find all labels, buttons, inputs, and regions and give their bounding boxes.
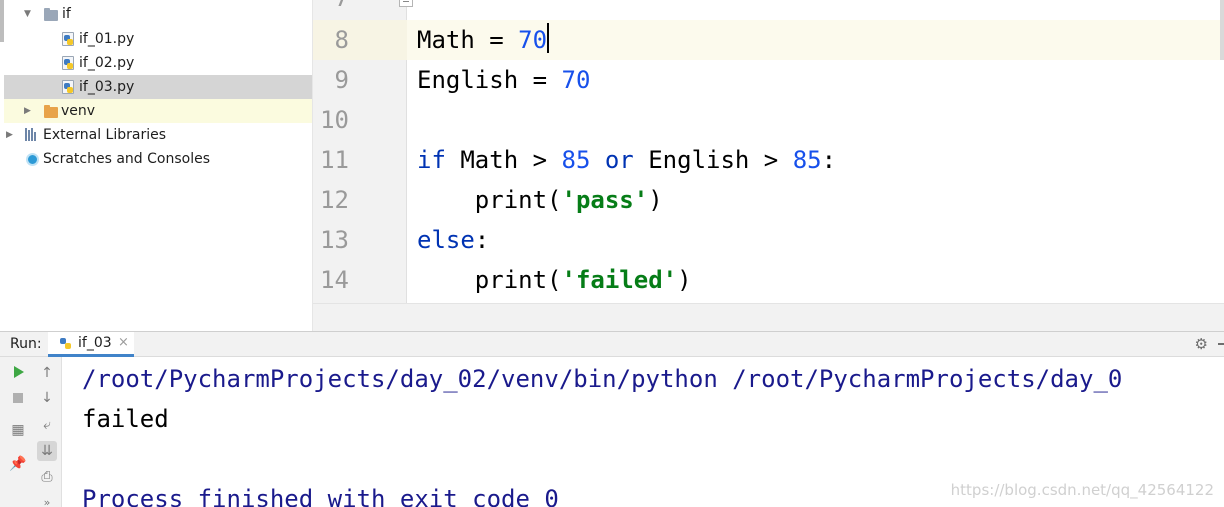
soft-wrap-icon[interactable]: ⤶ bbox=[37, 415, 57, 435]
run-panel-header: Run: if_03 × ⚙ bbox=[0, 331, 1224, 357]
line-number: 13 bbox=[320, 226, 349, 254]
keyword: or bbox=[604, 146, 634, 174]
close-icon[interactable]: × bbox=[118, 335, 129, 350]
identifier: Math bbox=[417, 26, 475, 54]
text-caret bbox=[547, 23, 550, 53]
number-literal: 85 bbox=[561, 146, 591, 174]
number-literal: 85 bbox=[792, 146, 822, 174]
run-tab-label: if_03 bbox=[78, 335, 112, 351]
folder-icon bbox=[44, 8, 58, 21]
editor-bottom-bar bbox=[313, 303, 1224, 331]
number-literal: 70 bbox=[518, 26, 548, 54]
punctuation: ) bbox=[677, 266, 692, 294]
tree-item-label: if_02.py bbox=[79, 55, 135, 71]
more-icon[interactable]: » bbox=[37, 493, 57, 507]
run-tab-if-03[interactable]: if_03 × bbox=[48, 332, 134, 357]
tree-item-if-folder[interactable]: ▼ if bbox=[4, 2, 312, 26]
tree-item-venv[interactable]: ▶ venv bbox=[4, 99, 312, 123]
line-number: 14 bbox=[320, 266, 349, 294]
number-literal: 70 bbox=[561, 66, 591, 94]
punctuation: : bbox=[474, 226, 490, 254]
expression: Math > bbox=[445, 146, 562, 174]
tree-item-label: venv bbox=[61, 103, 96, 119]
tree-item-label: Scratches and Consoles bbox=[43, 151, 210, 167]
layout-icon[interactable]: ▦ bbox=[8, 420, 28, 440]
folder-icon bbox=[44, 105, 58, 118]
arrow-up-icon[interactable]: ↑ bbox=[37, 363, 57, 383]
rerun-icon[interactable] bbox=[14, 366, 24, 378]
code-line-8[interactable]: Math = 70 bbox=[417, 20, 550, 60]
project-tree: ▼ if if_01.py if_02.py if_03.py ▶ venv ▶… bbox=[0, 0, 313, 331]
code-editor[interactable]: 7 8 9 10 11 12 13 14 Math = 70 English =… bbox=[313, 0, 1224, 303]
run-toolbar: ↑ ↓ ▦ ⤶ ⇊ 📌 ⎙ » bbox=[0, 357, 62, 507]
tree-item-if-02[interactable]: if_02.py bbox=[4, 51, 312, 75]
line-number: 7 bbox=[313, 0, 349, 18]
tree-item-if-03[interactable]: if_03.py bbox=[4, 75, 312, 99]
punctuation: : bbox=[821, 146, 837, 174]
keyword: if bbox=[417, 146, 446, 174]
watermark: https://blog.csdn.net/qq_42564122 bbox=[950, 481, 1214, 499]
print-icon[interactable]: ⎙ bbox=[37, 467, 57, 487]
line-number: 9 bbox=[334, 66, 349, 94]
library-icon bbox=[25, 128, 36, 141]
console-command-line: /root/PycharmProjects/day_02/venv/bin/py… bbox=[82, 365, 1123, 393]
line-number: 10 bbox=[320, 106, 349, 134]
scratches-icon bbox=[26, 153, 39, 166]
identifier: English bbox=[417, 66, 519, 94]
arrow-down-icon[interactable]: ↓ bbox=[37, 388, 57, 408]
function-call: print( bbox=[474, 266, 562, 294]
line-number: 11 bbox=[320, 146, 349, 174]
gear-icon[interactable]: ⚙ bbox=[1195, 335, 1208, 353]
python-file-icon bbox=[62, 80, 74, 94]
code-line-14[interactable]: print('failed') bbox=[417, 260, 692, 300]
operator: = bbox=[474, 26, 519, 54]
run-panel-label: Run: bbox=[10, 336, 42, 352]
operator: = bbox=[518, 66, 562, 94]
minimize-icon[interactable] bbox=[1218, 343, 1224, 345]
tree-item-label: if bbox=[62, 6, 71, 22]
pin-icon[interactable]: 📌 bbox=[8, 454, 28, 474]
fold-marker-icon[interactable] bbox=[399, 0, 413, 7]
tree-item-scratches[interactable]: Scratches and Consoles bbox=[4, 147, 312, 171]
tree-item-label: External Libraries bbox=[43, 127, 166, 143]
code-line-9[interactable]: English = 70 bbox=[417, 60, 590, 100]
chevron-right-icon[interactable]: ▶ bbox=[6, 130, 13, 140]
scroll-to-end-icon[interactable]: ⇊ bbox=[37, 441, 57, 461]
code-line-11[interactable]: if Math > 85 or English > 85: bbox=[417, 140, 836, 180]
keyword: else bbox=[417, 226, 475, 254]
editor-scrollbar[interactable] bbox=[1220, 0, 1224, 60]
chevron-down-icon[interactable]: ▼ bbox=[24, 9, 31, 19]
editor-gutter[interactable]: 7 8 9 10 11 12 13 14 bbox=[313, 0, 413, 303]
tree-item-label: if_03.py bbox=[79, 79, 135, 95]
string-literal: 'failed' bbox=[561, 266, 678, 294]
stop-icon[interactable] bbox=[13, 393, 23, 403]
python-icon bbox=[60, 338, 72, 350]
code-line-13[interactable]: else: bbox=[417, 220, 489, 260]
python-file-icon bbox=[62, 56, 74, 70]
punctuation: ) bbox=[648, 186, 663, 214]
code-line-12[interactable]: print('pass') bbox=[417, 180, 663, 220]
console-process-line: Process finished with exit code 0 bbox=[82, 485, 559, 507]
tree-item-label: if_01.py bbox=[79, 31, 135, 47]
line-number: 8 bbox=[334, 26, 349, 54]
console-output-line: failed bbox=[82, 405, 169, 433]
chevron-right-icon[interactable]: ▶ bbox=[24, 106, 31, 116]
python-file-icon bbox=[62, 32, 74, 46]
string-literal: 'pass' bbox=[561, 186, 649, 214]
function-call: print( bbox=[474, 186, 562, 214]
expression: English > bbox=[633, 146, 793, 174]
tree-item-external-libraries[interactable]: ▶ External Libraries bbox=[4, 123, 312, 147]
run-panel: ↑ ↓ ▦ ⤶ ⇊ 📌 ⎙ » /root/PycharmProjects/da… bbox=[0, 357, 1224, 507]
tree-item-if-01[interactable]: if_01.py bbox=[4, 27, 312, 51]
line-number: 12 bbox=[320, 186, 349, 214]
